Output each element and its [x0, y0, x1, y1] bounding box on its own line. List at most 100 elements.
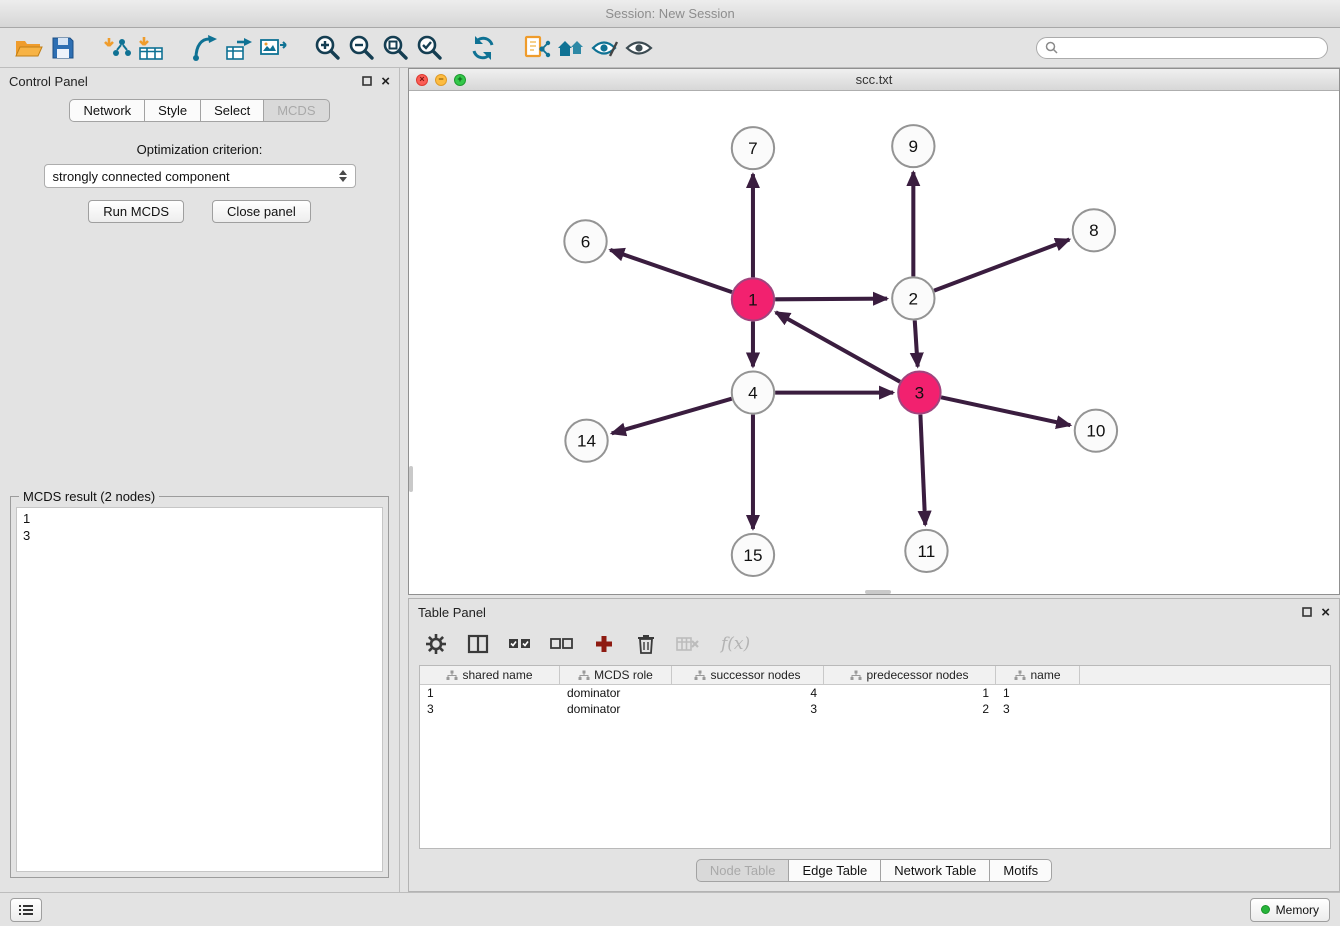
node-7[interactable]: 7 [732, 127, 774, 169]
criterion-dropdown[interactable]: strongly connected component [44, 164, 356, 188]
node-2[interactable]: 2 [892, 277, 934, 319]
table-cell[interactable]: 3 [420, 702, 560, 716]
new-table-button[interactable] [222, 32, 256, 64]
tab-style[interactable]: Style [145, 99, 201, 122]
table-cell[interactable]: 2 [824, 702, 996, 716]
table-settings-button[interactable] [423, 630, 449, 658]
node-10[interactable]: 10 [1075, 410, 1117, 452]
column-header-name[interactable]: name [996, 666, 1080, 684]
edge-3-11[interactable] [920, 415, 925, 525]
function-builder-button[interactable]: f(x) [721, 634, 750, 654]
home-view-button[interactable] [554, 32, 588, 64]
tab-select[interactable]: Select [201, 99, 264, 122]
deselect-all-button[interactable] [549, 630, 575, 658]
table-cell[interactable]: 3 [996, 702, 1080, 716]
eye-icon [624, 35, 654, 61]
deselect-all-icon [550, 634, 574, 654]
mcds-result-line: 3 [23, 527, 376, 544]
save-session-button[interactable] [46, 32, 80, 64]
network-window-titlebar: scc.txt × − + [409, 69, 1339, 91]
table-panel-close-icon[interactable]: × [1321, 605, 1330, 620]
search-box[interactable] [1036, 37, 1328, 59]
criterion-dropdown-value: strongly connected component [53, 169, 230, 184]
tab-mcds[interactable]: MCDS [264, 99, 329, 122]
run-mcds-button[interactable]: Run MCDS [88, 200, 184, 223]
edge-1-2[interactable] [775, 299, 887, 300]
column-header-predecessor-nodes[interactable]: predecessor nodes [824, 666, 996, 684]
edge-2-3[interactable] [915, 320, 918, 366]
automation-panel-button[interactable] [10, 898, 42, 922]
edge-2-8[interactable] [934, 239, 1069, 290]
node-9[interactable]: 9 [892, 125, 934, 167]
maximize-window-icon[interactable]: + [454, 74, 466, 86]
import-table-button[interactable] [134, 32, 168, 64]
zoom-selected-button[interactable] [412, 32, 446, 64]
tab-node-table[interactable]: Node Table [696, 859, 790, 882]
node-11[interactable]: 11 [905, 530, 947, 572]
export-image-button[interactable] [256, 32, 290, 64]
table-cell[interactable]: 1 [996, 686, 1080, 700]
delete-column-button[interactable] [633, 630, 659, 658]
close-panel-button[interactable]: Close panel [212, 200, 311, 223]
node-1[interactable]: 1 [732, 278, 774, 320]
zoom-out-icon [347, 34, 375, 62]
column-header-mcds-role[interactable]: MCDS role [560, 666, 672, 684]
select-all-icon [508, 634, 532, 654]
memory-button[interactable]: Memory [1250, 898, 1330, 922]
edge-3-1[interactable] [776, 312, 900, 382]
control-panel-float-icon[interactable] [362, 76, 372, 86]
table-cell[interactable]: dominator [560, 686, 672, 700]
node-label: 15 [743, 546, 762, 565]
node-8[interactable]: 8 [1073, 209, 1115, 251]
tab-network[interactable]: Network [69, 99, 145, 122]
refresh-view-button[interactable] [466, 32, 500, 64]
table-cell[interactable]: dominator [560, 702, 672, 716]
table-cell[interactable]: 4 [672, 686, 824, 700]
node-3[interactable]: 3 [898, 372, 940, 414]
zoom-out-button[interactable] [344, 32, 378, 64]
node-15[interactable]: 15 [732, 534, 774, 576]
add-column-button[interactable] [591, 630, 617, 658]
open-file-button[interactable] [12, 32, 46, 64]
zoom-in-button[interactable] [310, 32, 344, 64]
new-network-button[interactable] [188, 32, 222, 64]
edge-4-14[interactable] [612, 399, 732, 434]
edge-1-6[interactable] [610, 250, 732, 292]
column-header-successor-nodes[interactable]: successor nodes [672, 666, 824, 684]
sort-icon [694, 670, 706, 681]
tab-edge-table[interactable]: Edge Table [789, 859, 881, 882]
table-cell[interactable]: 3 [672, 702, 824, 716]
minimize-window-icon[interactable]: − [435, 74, 447, 86]
node-label: 10 [1086, 422, 1105, 441]
node-14[interactable]: 14 [565, 420, 607, 462]
gear-icon [425, 633, 447, 655]
show-column-panel-button[interactable] [465, 630, 491, 658]
select-all-button[interactable] [507, 630, 533, 658]
mcds-result-list[interactable]: 13 [16, 507, 383, 872]
table-cell[interactable]: 1 [420, 686, 560, 700]
table-row[interactable]: 1dominator411 [420, 685, 1330, 701]
table-panel-float-icon[interactable] [1302, 607, 1312, 617]
tab-network-table[interactable]: Network Table [881, 859, 990, 882]
horizontal-scrollbar[interactable] [865, 590, 891, 594]
import-network-button[interactable] [100, 32, 134, 64]
tab-motifs[interactable]: Motifs [990, 859, 1052, 882]
node-4[interactable]: 4 [732, 372, 774, 414]
table-row[interactable]: 3dominator323 [420, 701, 1330, 717]
network-view[interactable]: 7 9 6 8 1 2 4 3 14 10 15 11 [409, 91, 1339, 594]
table-panel-tabs: Node TableEdge TableNetwork TableMotifs [409, 859, 1339, 882]
copy-layout-button[interactable] [520, 32, 554, 64]
close-window-icon[interactable]: × [416, 74, 428, 86]
node-6[interactable]: 6 [564, 220, 606, 262]
apply-style-button[interactable] [588, 32, 622, 64]
vertical-scrollbar[interactable] [409, 466, 413, 492]
node-label: 14 [577, 432, 596, 451]
zoom-fit-button[interactable] [378, 32, 412, 64]
control-panel-close-icon[interactable]: × [381, 74, 390, 89]
show-hide-graphics-button[interactable] [622, 32, 656, 64]
table-cell[interactable]: 1 [824, 686, 996, 700]
column-header-shared-name[interactable]: shared name [420, 666, 560, 684]
edge-3-10[interactable] [941, 397, 1070, 425]
network-canvas[interactable]: 7 9 6 8 1 2 4 3 14 10 15 11 [409, 91, 1339, 594]
search-input[interactable] [1063, 41, 1319, 55]
